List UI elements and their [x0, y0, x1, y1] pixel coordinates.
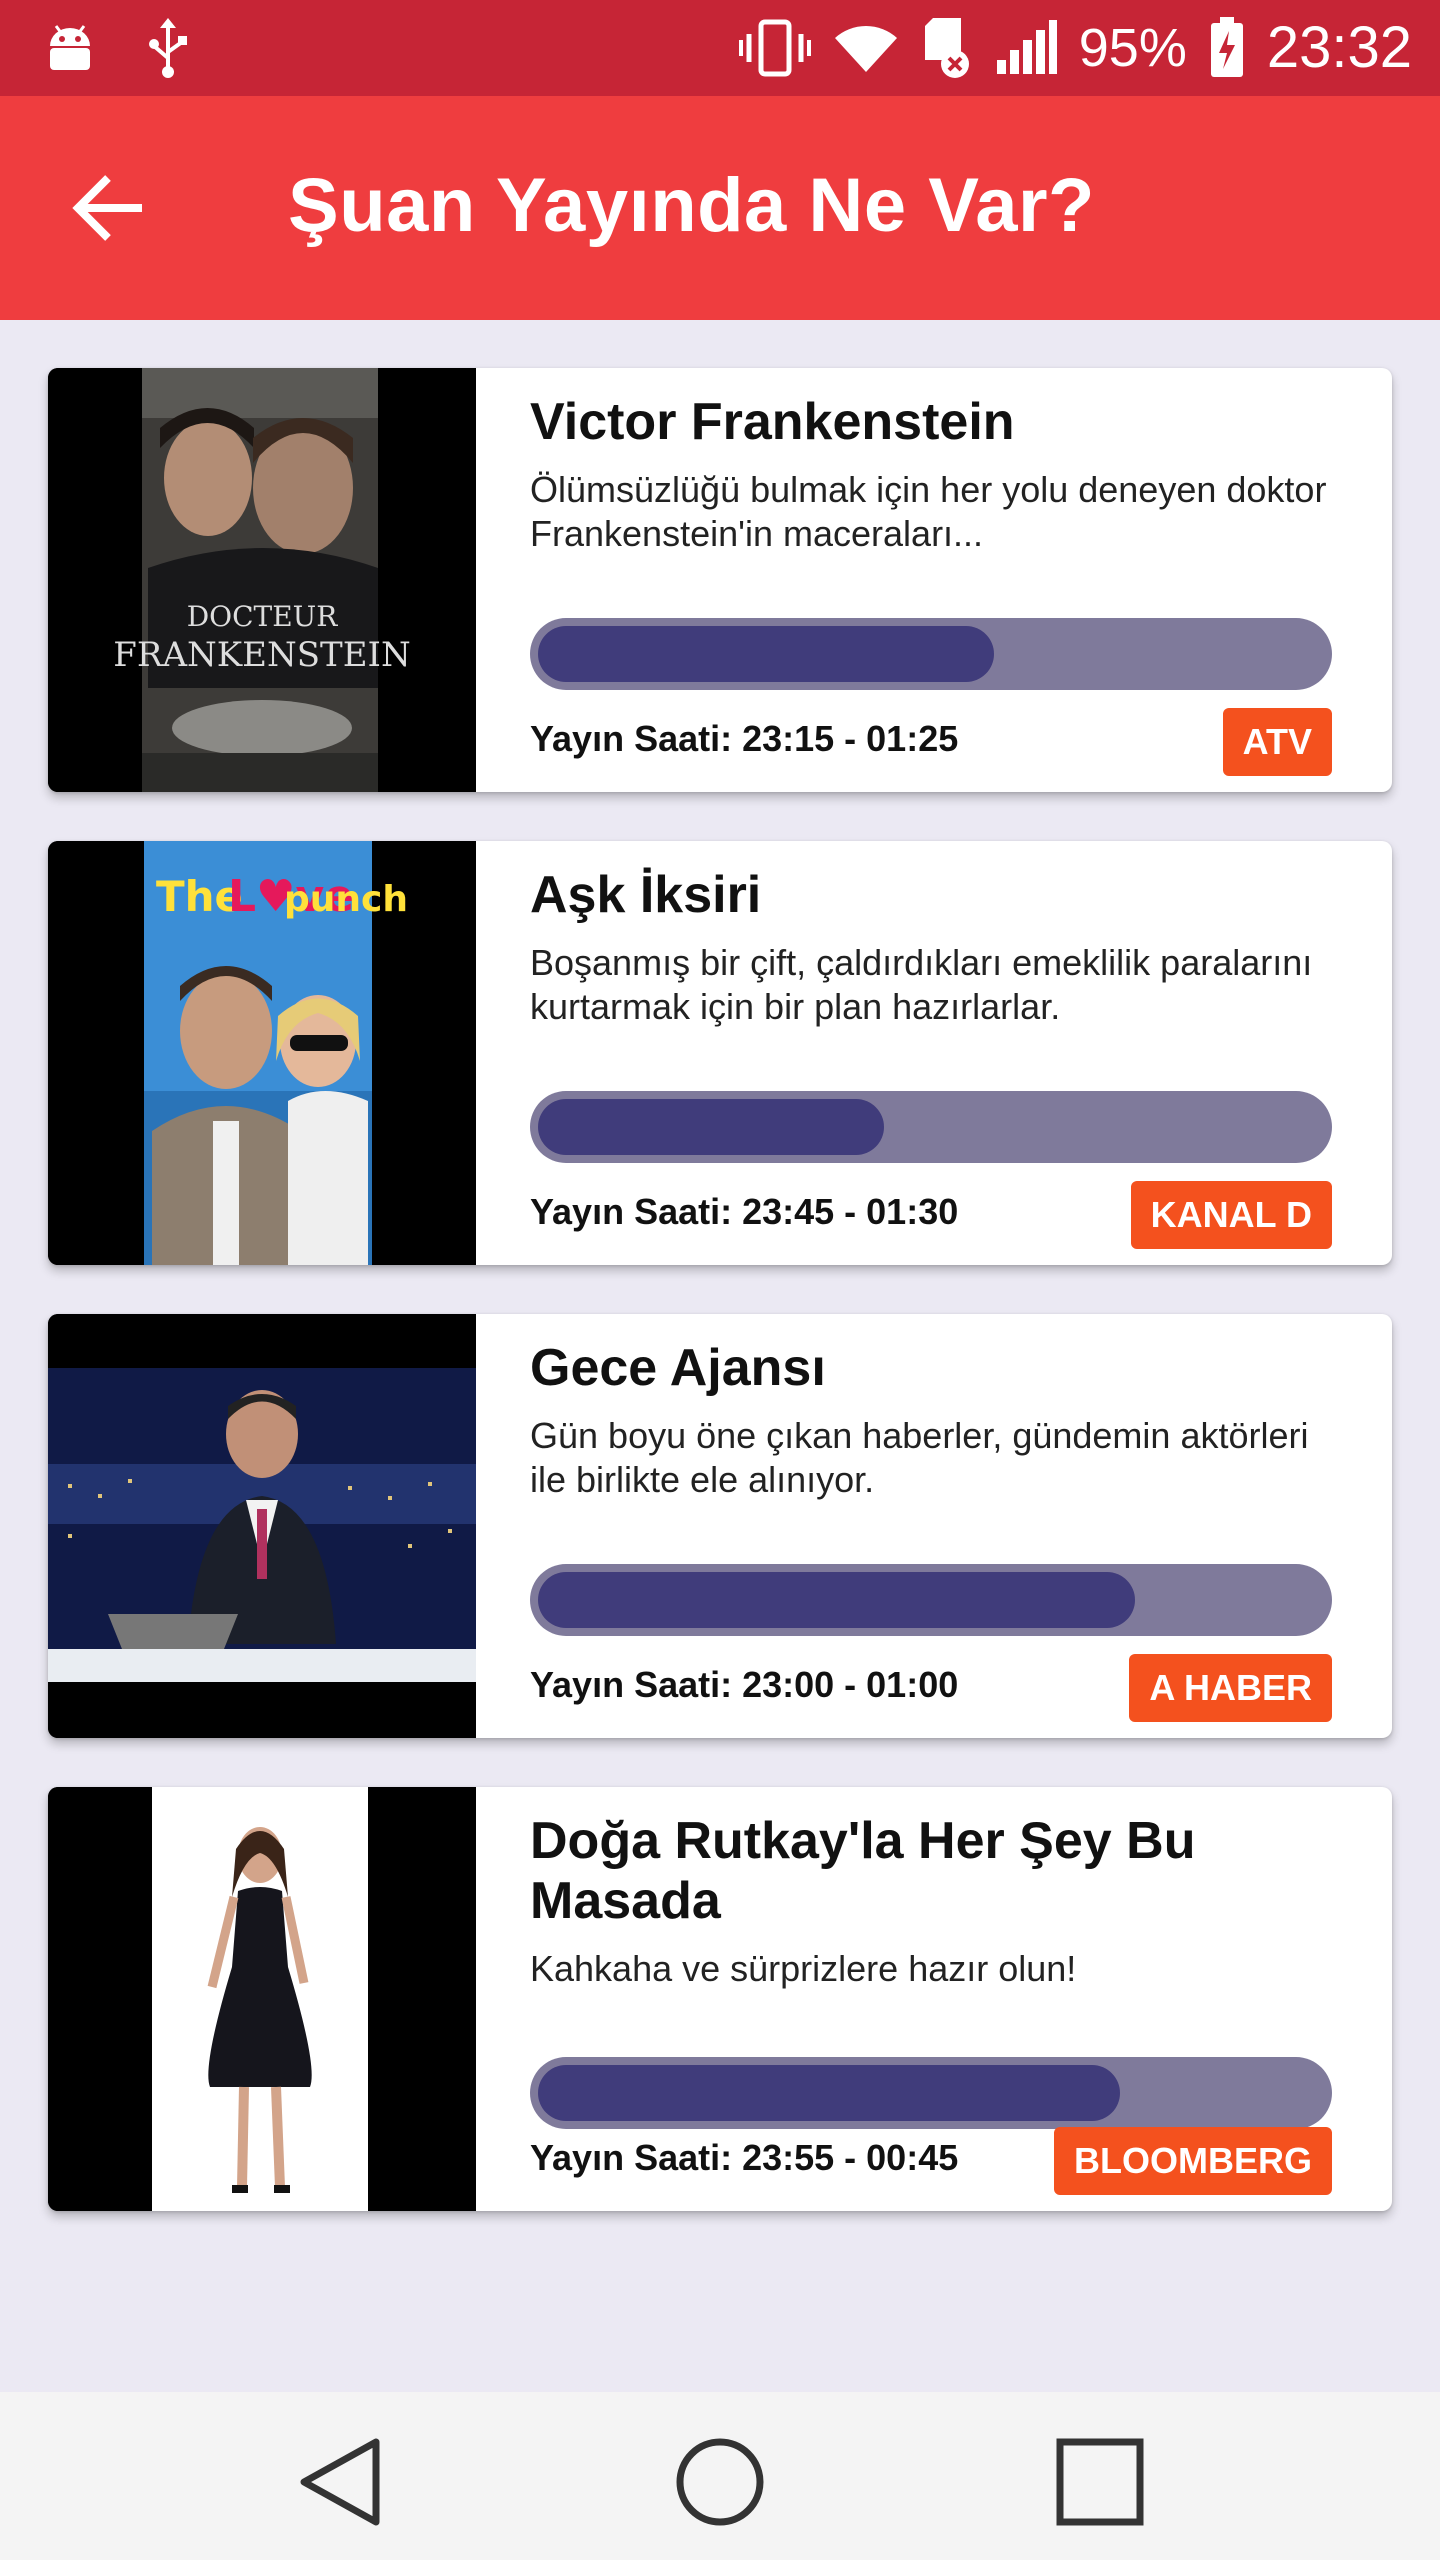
back-button[interactable]	[70, 168, 150, 248]
program-time: Yayın Saati: 23:45 - 01:30	[530, 1191, 959, 1232]
program-time: Yayın Saati: 23:00 - 01:00	[530, 1664, 959, 1705]
progress-fill	[538, 1099, 884, 1155]
program-title: Gece Ajansı	[530, 1339, 826, 1397]
nav-recents-button[interactable]	[1050, 2432, 1150, 2532]
program-description: Boşanmış bir çift, çaldırdıkları emeklil…	[530, 942, 1313, 1027]
program-title: Aşk İksiri	[530, 866, 762, 924]
nav-home-button[interactable]	[670, 2432, 770, 2532]
program-title: Doğa Rutkay'la Her Şey Bu Masada	[530, 1812, 1196, 1930]
channel-badge[interactable]: BLOOMBERG	[1054, 2127, 1332, 2195]
program-poster: The L♥ve punch	[48, 841, 476, 1265]
channel-badge[interactable]: ATV	[1222, 708, 1332, 776]
android-icon	[42, 20, 98, 76]
recents-square-icon	[1056, 2438, 1144, 2526]
svg-text:FRANKENSTEIN: FRANKENSTEIN	[113, 635, 410, 675]
program-poster	[48, 1787, 476, 2211]
program-card[interactable]: The L♥ve punch Aşk İksiri Boşanmış bir ç…	[48, 841, 1392, 1265]
program-progress	[530, 618, 1332, 690]
svg-text:DOCTEUR: DOCTEUR	[187, 600, 339, 633]
svg-text:punch: punch	[284, 879, 408, 920]
channel-badge[interactable]: A HABER	[1129, 1654, 1332, 1722]
navigation-bar	[0, 2392, 1440, 2560]
back-triangle-icon	[300, 2438, 380, 2526]
progress-fill	[538, 1572, 1135, 1628]
progress-fill	[538, 626, 994, 682]
page-title: Şuan Yayında Ne Var?	[288, 163, 1095, 248]
home-circle-icon	[676, 2438, 764, 2526]
program-card[interactable]: Gece Ajansı Gün boyu öne çıkan haberler,…	[48, 1314, 1392, 1738]
program-description: Gün boyu öne çıkan haberler, gündemin ak…	[530, 1415, 1309, 1500]
program-card[interactable]: DOCTEUR FRANKENSTEIN Victor Frankenstein…	[48, 368, 1392, 792]
progress-fill	[538, 2065, 1120, 2121]
program-title: Victor Frankenstein	[530, 393, 1015, 451]
signal-icon	[995, 19, 1057, 76]
program-progress	[530, 1564, 1332, 1636]
wifi-icon	[833, 20, 899, 76]
program-description: Ölümsüzlüğü bulmak için her yolu deneyen…	[530, 469, 1327, 554]
nav-back-button[interactable]	[290, 2432, 390, 2532]
channel-badge[interactable]: KANAL D	[1130, 1181, 1332, 1249]
program-progress	[530, 1091, 1332, 1163]
program-poster	[48, 1314, 476, 1738]
arrow-back-icon	[72, 175, 142, 241]
usb-icon	[146, 18, 190, 78]
program-content: Gece Ajansı Gün boyu öne çıkan haberler,…	[530, 1338, 1332, 1722]
status-bar: 95% 23:32	[0, 0, 1440, 96]
program-poster: DOCTEUR FRANKENSTEIN	[48, 368, 476, 792]
program-content: Victor Frankenstein Ölümsüzlüğü bulmak i…	[530, 392, 1332, 776]
sd-card-icon	[921, 16, 973, 80]
program-time: Yayın Saati: 23:15 - 01:25	[530, 718, 959, 759]
status-clock: 23:32	[1266, 15, 1412, 80]
program-content: Aşk İksiri Boşanmış bir çift, çaldırdıkl…	[530, 865, 1332, 1249]
app-bar: Şuan Yayında Ne Var?	[0, 96, 1440, 320]
program-progress	[530, 2057, 1332, 2129]
program-description: Kahkaha ve sürprizlere hazır olun!	[530, 1948, 1077, 1989]
vibrate-icon	[738, 18, 811, 78]
battery-percent: 95%	[1078, 17, 1187, 78]
program-card[interactable]: Doğa Rutkay'la Her Şey Bu Masada Kahkaha…	[48, 1787, 1392, 2211]
program-time: Yayın Saati: 23:55 - 00:45	[530, 2137, 959, 2178]
battery-charging-icon	[1209, 16, 1245, 79]
program-content: Doğa Rutkay'la Her Şey Bu Masada Kahkaha…	[530, 1811, 1332, 2195]
